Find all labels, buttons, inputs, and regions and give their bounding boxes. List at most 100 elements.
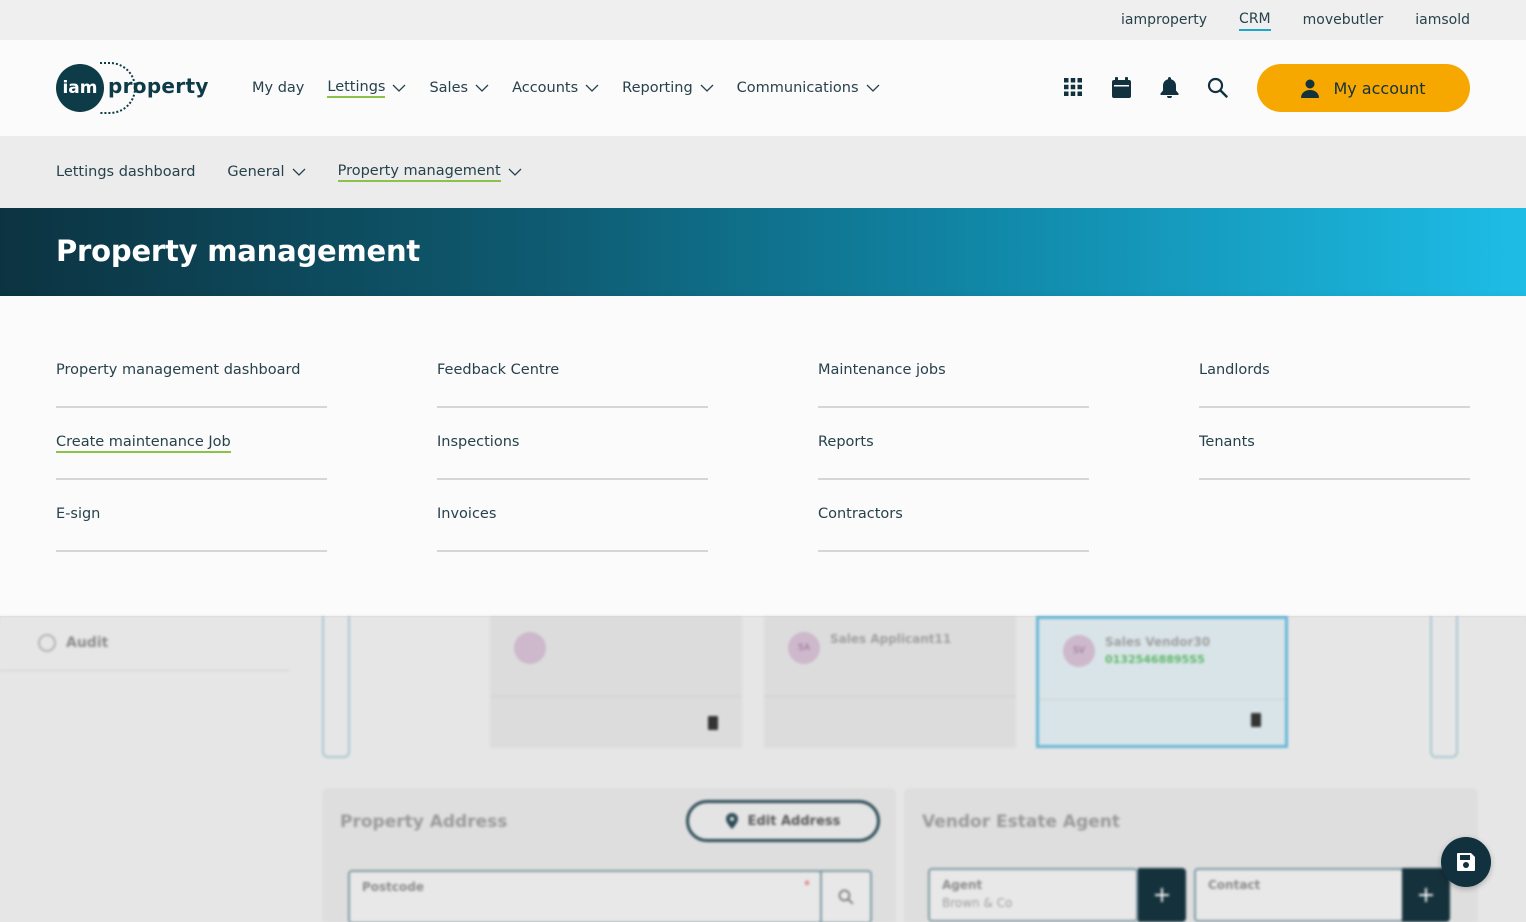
menu-item-label: Invoices [437,506,497,522]
save-button[interactable] [1441,837,1491,887]
agent-select: Agent Brown & Co [928,868,1138,922]
menu-item-inspections[interactable]: Inspections [437,408,708,480]
menu-item-landlords[interactable]: Landlords [1199,336,1470,408]
subnav-property-management[interactable]: Property management [337,163,522,182]
subnav-label: Property management [337,163,501,182]
vendor-estate-agent-box: Vendor Estate Agent Agent Brown & Co + C… [904,788,1478,922]
menu-item-label: Property management dashboard [56,362,301,378]
apps-grid-icon[interactable] [1062,76,1084,98]
iamproperty-logo[interactable]: iam property [56,62,209,114]
menu-item-label: Create maintenance Job [56,434,231,453]
subnav-label: Lettings dashboard [56,164,196,180]
menu-item-label: Contractors [818,506,903,522]
contact-label: Contact [1208,878,1261,892]
subnav-lettings-dashboard[interactable]: Lettings dashboard [56,164,195,180]
menu-item-label: Landlords [1199,362,1270,378]
nav-label: Lettings [327,79,386,98]
postcode-search-button [820,870,872,922]
menu-item-create-maintenance-job[interactable]: Create maintenance Job [56,408,327,480]
banner-title: Property management [56,234,421,268]
carousel-next-edge [1430,616,1458,758]
contact-name: Sales Applicant11 [830,632,952,646]
property-management-menu: Property management dashboard Create mai… [0,296,1526,616]
agent-value: Brown & Co [942,896,1013,910]
nav-label: Reporting [622,80,693,96]
nav-label: Sales [429,80,469,96]
menu-item-label: Maintenance jobs [818,362,946,378]
calendar-icon[interactable] [1110,76,1132,98]
top-strip: iamproperty CRM movebutler iamsold [0,0,1526,40]
sidebar-item-audit: Audit [38,634,108,652]
link-iamproperty[interactable]: iamproperty [1121,10,1207,30]
nav-accounts[interactable]: Accounts [512,80,599,96]
link-movebutler[interactable]: movebutler [1303,10,1384,30]
chevron-down-icon [292,168,306,176]
menu-column-3: Maintenance jobs Reports Contractors [818,336,1089,552]
menu-item-e-sign[interactable]: E-sign [56,480,327,552]
check-circle-icon [38,634,56,652]
logo-mark: iam [56,64,104,112]
nav-sales[interactable]: Sales [429,80,489,96]
logo-word: property [108,74,209,98]
avatar: SV [1063,635,1095,667]
contact-card: SV Sales Vendor30 01325468895S5 [1036,616,1288,748]
sub-nav: Lettings dashboard General Property mana… [0,136,1526,208]
nav-label: Accounts [512,80,579,96]
link-crm[interactable]: CRM [1239,9,1271,31]
property-address-title: Property Address [340,812,508,832]
nav-label: My day [252,80,305,96]
menu-column-1: Property management dashboard Create mai… [56,336,327,552]
card-divider [764,696,1016,697]
nav-communications[interactable]: Communications [737,80,880,96]
chevron-down-icon [393,84,406,92]
menu-item-pm-dashboard[interactable]: Property management dashboard [56,336,327,408]
user-icon [1301,79,1320,98]
audit-label: Audit [66,635,109,651]
menu-item-reports[interactable]: Reports [818,408,1089,480]
agent-label: Agent [942,878,983,892]
menu-item-tenants[interactable]: Tenants [1199,408,1470,480]
save-icon [1457,853,1475,871]
nav-reporting[interactable]: Reporting [622,80,714,96]
link-iamsold[interactable]: iamsold [1415,10,1470,30]
carousel-prev-edge [322,616,350,758]
add-contact-button: + [1402,868,1450,922]
background-page-content: Audit SA Sales Applicant11 SV Sales Vend… [0,616,1526,922]
nav-my-day[interactable]: My day [252,80,304,96]
menu-item-label: E-sign [56,506,101,522]
menu-item-label: Reports [818,434,874,450]
edit-address-label: Edit Address [747,813,841,829]
card-divider [490,696,742,697]
contact-name: Sales Vendor30 [1105,635,1211,649]
menu-item-label: Feedback Centre [437,362,560,378]
header-icons [1062,76,1228,98]
my-account-button[interactable]: My account [1257,64,1470,112]
add-agent-button: + [1138,868,1186,922]
bell-icon[interactable] [1158,76,1180,98]
postcode-field: Postcode * [348,870,822,922]
nav-lettings[interactable]: Lettings [327,79,406,98]
chevron-down-icon [475,84,489,92]
menu-item-maintenance-jobs[interactable]: Maintenance jobs [818,336,1089,408]
edit-address-button: Edit Address [686,800,880,842]
menu-item-invoices[interactable]: Invoices [437,480,708,552]
menu-column-4: Landlords Tenants [1199,336,1470,480]
property-address-box: Property Address Edit Address Postcode * [322,788,896,922]
my-account-label: My account [1333,78,1426,98]
avatar: SA [788,632,820,664]
menu-item-contractors[interactable]: Contractors [818,480,1089,552]
subnav-general[interactable]: General [227,164,306,180]
chevron-down-icon [585,84,599,92]
contact-card [490,616,742,748]
search-icon [838,889,854,905]
product-links: iamproperty CRM movebutler iamsold [1121,0,1470,40]
section-banner: Property management [0,208,1526,296]
nav-label: Communications [736,80,859,96]
main-nav: My day Lettings Sales Accounts Reporting… [252,40,880,136]
trash-icon [1251,713,1261,727]
search-icon[interactable] [1206,76,1228,98]
contact-select: Contact [1194,868,1404,922]
menu-item-label: Inspections [437,434,520,450]
chevron-down-icon [700,84,714,92]
menu-item-feedback-centre[interactable]: Feedback Centre [437,336,708,408]
